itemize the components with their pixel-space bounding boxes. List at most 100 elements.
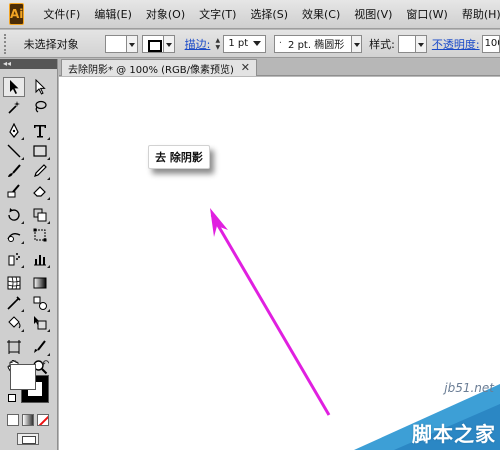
fill-swatch-control[interactable] (104, 34, 127, 53)
pen-tool[interactable] (3, 121, 25, 141)
free-transform-tool[interactable] (29, 225, 51, 245)
eyedropper-icon (7, 296, 21, 310)
paint-bucket-icon (8, 316, 21, 329)
direct-selection-tool[interactable] (29, 77, 51, 97)
fill-color-swatch[interactable] (10, 364, 36, 390)
blob-brush-tool[interactable] (3, 181, 25, 201)
lasso-tool[interactable] (29, 97, 51, 117)
gradient-mode-icon[interactable] (22, 414, 34, 426)
chevron-down-icon[interactable] (126, 34, 138, 53)
none-mode-icon[interactable] (37, 414, 49, 426)
stroke-weight-value: 1 pt (228, 38, 249, 49)
brush-profile-field[interactable]: · 2 pt. 椭圆形 (273, 34, 353, 53)
type-icon (34, 125, 46, 138)
rotate-tool[interactable] (3, 205, 25, 225)
graphic-style-swatch[interactable] (397, 34, 416, 53)
chevron-down-icon[interactable] (415, 34, 427, 53)
menu-file[interactable]: 文件(F) (36, 6, 87, 22)
magic-wand-tool[interactable] (3, 97, 25, 117)
menu-select[interactable]: 选择(S) (243, 6, 295, 22)
menu-effect[interactable]: 效果(C) (295, 6, 347, 22)
color-mode-icon[interactable] (7, 414, 19, 426)
opacity-field[interactable]: 100 (481, 34, 500, 53)
symbol-sprayer-icon (8, 253, 20, 266)
spinner-down-icon[interactable]: ▼ (216, 44, 221, 51)
live-paint-selection-tool[interactable] (29, 313, 51, 333)
gradient-tool[interactable] (29, 273, 51, 293)
swap-arrows-icon[interactable]: ↶ (41, 359, 49, 370)
menu-items: 文件(F) 编辑(E) 对象(O) 文字(T) 选择(S) 效果(C) 视图(V… (36, 6, 500, 22)
control-bar: 未选择对象 描边: ▲ ▼ 1 pt · 2 pt. 椭圆形 样式: 不透明度:… (0, 30, 500, 58)
hollow-arrow-icon (35, 79, 46, 95)
blend-tool[interactable] (29, 293, 51, 313)
selection-status: 未选择对象 (23, 37, 79, 51)
artboard-canvas[interactable] (59, 77, 500, 450)
eraser-tool[interactable] (29, 181, 51, 201)
eraser-icon (33, 186, 46, 197)
chevron-down-icon[interactable] (163, 34, 175, 53)
document-tab[interactable]: 去除阴影* @ 100% (RGB/像素预览) ✕ (61, 59, 257, 76)
app-logo: Ai (9, 3, 25, 25)
rectangle-tool[interactable] (29, 141, 51, 161)
pen-icon (9, 123, 19, 138)
screen-mode-icon[interactable] (17, 433, 39, 445)
menu-window[interactable]: 窗口(W) (399, 6, 454, 22)
control-bar-grip[interactable] (4, 33, 10, 54)
stroke-weight-spinner[interactable]: ▲ ▼ (213, 35, 222, 53)
pencil-icon (34, 164, 47, 177)
artboard-tool[interactable] (3, 337, 25, 357)
stroke-color-dropdown[interactable] (141, 34, 175, 53)
lasso-icon (35, 100, 47, 113)
eyedropper-tool[interactable] (3, 293, 25, 313)
spinner-up-icon[interactable]: ▲ (216, 37, 221, 44)
rectangle-icon (33, 145, 47, 157)
symbol-sprayer-tool[interactable] (3, 249, 25, 269)
mesh-tool[interactable] (3, 273, 25, 293)
magic-wand-icon (8, 101, 20, 114)
menu-help[interactable]: 帮助(H) (455, 6, 500, 22)
panel-collapse-bar[interactable]: ◂◂ (0, 59, 57, 69)
live-paint-selection-icon (34, 316, 47, 330)
rotate-icon (8, 208, 20, 221)
mesh-icon (7, 276, 21, 290)
selection-tool[interactable] (3, 77, 25, 97)
pencil-tool[interactable] (29, 161, 51, 181)
slice-tool[interactable] (29, 337, 51, 357)
menu-object[interactable]: 对象(O) (139, 6, 192, 22)
menu-edit[interactable]: 编辑(E) (87, 6, 139, 22)
menu-type[interactable]: 文字(T) (192, 6, 243, 22)
close-icon[interactable]: ✕ (241, 61, 250, 74)
tools-panel: ◂◂ ↶ (0, 59, 58, 450)
scale-icon (33, 208, 47, 222)
stroke-label-link[interactable]: 描边: (185, 36, 211, 52)
shadow-text-box[interactable]: 去 除阴影 (148, 145, 210, 169)
blob-brush-icon (7, 184, 20, 198)
opacity-label-link[interactable]: 不透明度: (432, 36, 480, 52)
fill-color-dropdown[interactable] (104, 34, 138, 53)
chevron-down-icon[interactable] (352, 34, 363, 53)
line-segment-tool[interactable] (3, 141, 25, 161)
opacity-value: 100 (484, 38, 499, 49)
tool-grid (3, 77, 55, 377)
color-mode-buttons (7, 414, 49, 426)
warp-icon (7, 232, 21, 242)
type-tool[interactable] (29, 121, 51, 141)
live-paint-bucket-tool[interactable] (3, 313, 25, 333)
artboard-icon (7, 340, 21, 354)
stroke-weight-field[interactable]: 1 pt (223, 34, 266, 53)
scale-tool[interactable] (29, 205, 51, 225)
menu-view[interactable]: 视图(V) (347, 6, 399, 22)
column-graph-tool[interactable] (29, 249, 51, 269)
profile-dash: · (278, 38, 283, 49)
paintbrush-tool[interactable] (3, 161, 25, 181)
brush-icon (8, 164, 21, 177)
document-tab-title: 去除阴影* @ 100% (RGB/像素预览) (68, 64, 234, 76)
style-label: 样式: (369, 37, 395, 51)
stroke-swatch-control[interactable] (141, 34, 164, 53)
graphic-style-dropdown[interactable] (397, 34, 427, 53)
line-icon (7, 144, 21, 158)
default-colors-icon[interactable] (8, 394, 16, 402)
chevron-down-icon[interactable] (252, 41, 261, 46)
fill-stroke-controls: ↶ (8, 359, 54, 407)
warp-tool[interactable] (3, 225, 25, 245)
